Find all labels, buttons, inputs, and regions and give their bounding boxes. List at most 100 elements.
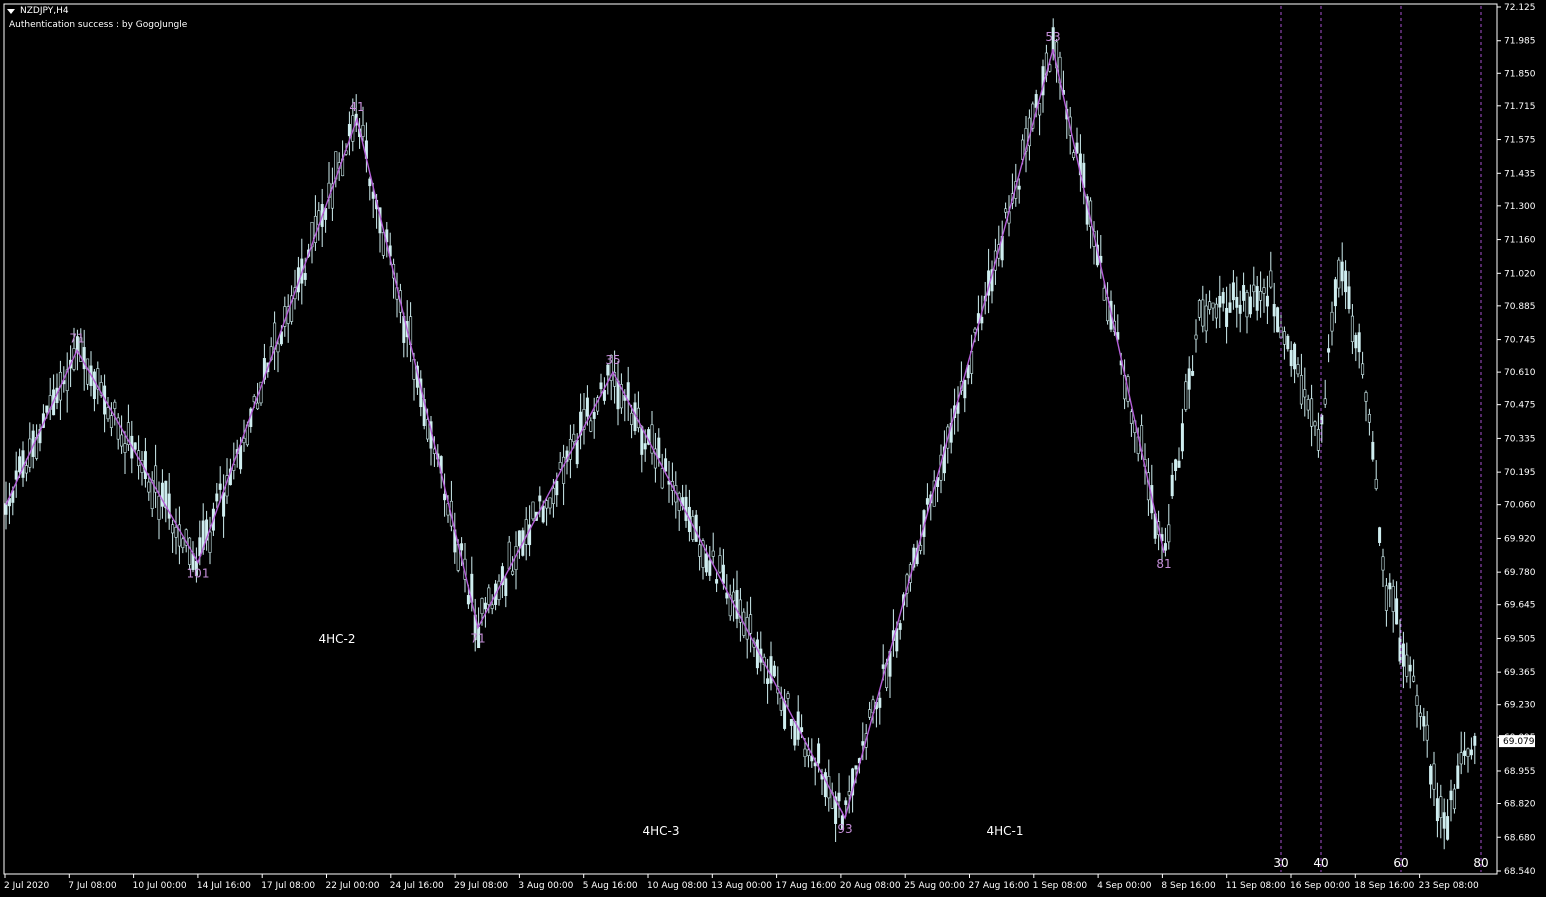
candle-body xyxy=(963,379,967,399)
candle-body xyxy=(1357,332,1361,353)
candle-body xyxy=(18,456,22,473)
candle-body xyxy=(732,591,736,602)
candle-body xyxy=(1466,748,1470,757)
zigzag-pivot-label: 81 xyxy=(1156,557,1171,571)
chevron-down-icon[interactable] xyxy=(7,9,15,14)
candle-body xyxy=(847,791,851,796)
candle-body xyxy=(1072,152,1076,158)
price-chart[interactable]: 72.125 71.985 71.850 71.715 71.575 71.435 71.3… xyxy=(0,0,1546,897)
time-axis-label: 20 Aug 08:00 xyxy=(840,881,901,891)
candle-body xyxy=(660,468,664,489)
price-axis-label: 68.680 xyxy=(1504,833,1536,843)
candle-body xyxy=(592,412,596,419)
candle-body xyxy=(1418,712,1422,717)
price-axis-label: 69.365 xyxy=(1504,668,1536,678)
candle-body xyxy=(657,437,661,459)
candle-body xyxy=(303,273,307,280)
candle-body xyxy=(572,433,576,443)
candle-body xyxy=(1102,287,1106,301)
candle-body xyxy=(531,501,535,520)
price-axis-label: 71.715 xyxy=(1504,102,1536,112)
candle-body xyxy=(575,439,579,465)
candle-body xyxy=(1194,334,1198,340)
candle-body xyxy=(1163,543,1167,551)
time-axis-label: 17 Jul 08:00 xyxy=(261,881,315,891)
candle-body xyxy=(120,434,124,447)
candle-body xyxy=(1344,270,1348,293)
candle-body xyxy=(562,456,566,484)
candle-body xyxy=(181,538,185,549)
candle-body xyxy=(599,382,603,390)
candle-body xyxy=(1405,654,1409,677)
candle-body xyxy=(45,405,49,413)
candle-body xyxy=(1255,286,1259,311)
candle-body xyxy=(504,578,508,596)
time-axis-label: 1 Sep 08:00 xyxy=(1033,881,1088,891)
candle-body xyxy=(1313,421,1317,427)
candle-body xyxy=(239,445,243,470)
candle-body xyxy=(1272,304,1276,317)
candle-body xyxy=(749,614,753,634)
candle-body xyxy=(626,382,630,401)
candle-body xyxy=(585,397,589,417)
candle-body xyxy=(789,719,793,726)
candle-body xyxy=(1425,724,1429,741)
candle-body xyxy=(361,125,365,137)
price-axis-label: 68.955 xyxy=(1504,767,1536,777)
time-axis-label: 14 Jul 16:00 xyxy=(197,881,251,891)
vertical-marker-label: 30 xyxy=(1273,856,1288,870)
vertical-marker-label: 60 xyxy=(1393,856,1408,870)
time-axis-label: 27 Aug 16:00 xyxy=(969,881,1030,891)
price-axis-label: 70.610 xyxy=(1504,368,1536,378)
candle-body xyxy=(817,743,821,764)
candle-body xyxy=(558,462,562,470)
zigzag-pivot-label: 35 xyxy=(605,353,620,367)
candle-body xyxy=(208,531,212,553)
candle-body xyxy=(1378,527,1382,543)
price-axis-label: 71.435 xyxy=(1504,169,1536,179)
candles-group xyxy=(4,18,1477,850)
price-axis-label: 71.575 xyxy=(1504,136,1536,146)
candle-body xyxy=(517,530,521,547)
candle-body xyxy=(1473,735,1477,746)
candle-body xyxy=(766,678,770,684)
vertical-marker-label: 80 xyxy=(1473,856,1488,870)
candle-body xyxy=(1347,286,1351,309)
candle-body xyxy=(4,503,8,515)
candle-body xyxy=(480,598,484,615)
candle-body xyxy=(133,442,137,450)
candle-body xyxy=(1289,350,1293,367)
candle-body xyxy=(1177,460,1181,468)
chart-window[interactable]: 72.125 71.985 71.850 71.715 71.575 71.435 71.3… xyxy=(0,0,1546,897)
candle-body xyxy=(1293,343,1297,370)
candle-body xyxy=(443,493,447,501)
candle-body xyxy=(786,693,790,699)
candle-body xyxy=(925,498,929,505)
candle-body xyxy=(21,450,25,478)
candle-body xyxy=(460,543,464,551)
candle-body xyxy=(1439,796,1443,818)
candle-body xyxy=(1415,695,1419,706)
candle-body xyxy=(1384,585,1388,611)
candle-body xyxy=(1129,411,1133,424)
time-axis-label: 7 Jul 08:00 xyxy=(68,881,117,891)
candle-body xyxy=(1463,750,1467,756)
cycle-label: 4HC-2 xyxy=(318,632,355,646)
price-axis-label: 68.540 xyxy=(1504,867,1536,877)
candle-body xyxy=(755,639,759,669)
time-axis-label: 10 Aug 08:00 xyxy=(647,881,708,891)
time-axis-label: 2 Jul 2020 xyxy=(4,881,49,891)
candle-body xyxy=(1296,364,1300,375)
candle-body xyxy=(426,419,430,440)
candle-body xyxy=(1299,375,1303,405)
candle-body xyxy=(483,602,487,610)
candle-body xyxy=(1459,752,1463,765)
candle-body xyxy=(800,727,804,733)
candle-body xyxy=(779,697,783,711)
candle-body xyxy=(1388,582,1392,590)
candle-body xyxy=(113,401,117,409)
time-axis-label: 10 Jul 00:00 xyxy=(133,881,187,891)
candle-body xyxy=(1316,429,1320,451)
authentication-status-text: Authentication success : by GogoJungle xyxy=(9,20,188,30)
price-axis-label: 69.780 xyxy=(1504,568,1536,578)
